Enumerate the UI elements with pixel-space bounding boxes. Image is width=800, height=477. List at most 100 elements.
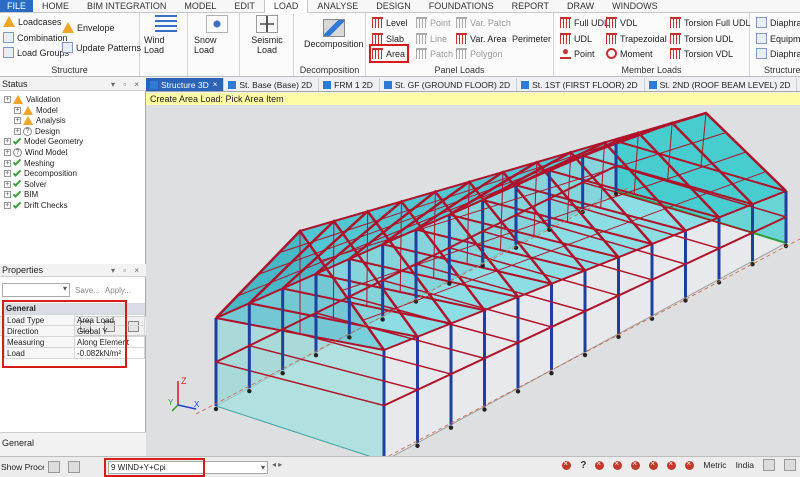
menu-home[interactable]: HOME: [33, 0, 78, 12]
menu-foundations[interactable]: FOUNDATIONS: [420, 0, 503, 12]
menu-analyse[interactable]: ANALYSE: [308, 0, 367, 12]
expand-icon[interactable]: +: [4, 96, 11, 103]
expand-icon[interactable]: +: [4, 170, 11, 178]
apply-button[interactable]: Apply...: [105, 286, 131, 295]
expand-icon[interactable]: +: [14, 106, 21, 114]
show-process-button[interactable]: Show Process: [0, 462, 44, 472]
status-item[interactable]: +? Wind Model: [4, 147, 67, 158]
load-groups-button[interactable]: Load Groups: [3, 46, 69, 59]
menu-model[interactable]: MODEL: [175, 0, 225, 12]
status-item[interactable]: + Validation: [4, 94, 61, 105]
torsion-full-udl-button[interactable]: Torsion Full UDL: [670, 16, 751, 29]
vdl-button[interactable]: VDL: [606, 16, 638, 29]
close-icon[interactable]: ×: [213, 78, 218, 92]
plan-view-icon: [228, 80, 237, 89]
status-item[interactable]: + Meshing: [4, 157, 54, 169]
status-item[interactable]: + Decomposition: [4, 168, 77, 179]
status-item[interactable]: + BIM: [4, 189, 38, 200]
torsion-vdl-button[interactable]: Torsion VDL: [670, 47, 733, 60]
loadcases-button[interactable]: Loadcases: [3, 15, 62, 28]
snow-load-button[interactable]: Snow Load: [194, 15, 239, 55]
status-item-label: Drift Checks: [24, 201, 68, 210]
question-icon: ?: [23, 126, 32, 136]
status-item[interactable]: +? Design: [14, 126, 60, 137]
var-patch-button[interactable]: Var. Patch: [456, 16, 511, 29]
structure-3d-model[interactable]: [146, 93, 800, 456]
menu-bim-integration[interactable]: BIM INTEGRATION: [78, 0, 175, 12]
error-icon[interactable]: [613, 459, 623, 470]
moment-button[interactable]: Moment: [606, 47, 653, 60]
menu-load[interactable]: LOAD: [263, 0, 309, 14]
point-load-button[interactable]: Point: [416, 16, 451, 29]
error-icon[interactable]: [631, 459, 641, 470]
diaphragm-t-button[interactable]: Diaphragm T: [756, 47, 800, 60]
level-button[interactable]: Level: [372, 16, 408, 29]
menu-design[interactable]: DESIGN: [367, 0, 420, 12]
wind-load-button[interactable]: Wind Load: [144, 15, 187, 55]
diaphragm-button[interactable]: Diaphragm: [756, 16, 800, 29]
structure-3d-viewport[interactable]: Create Area Load: Pick Area Item Z Y X: [146, 93, 800, 456]
udl-button[interactable]: UDL: [560, 32, 592, 45]
tab-st-2nd[interactable]: St. 2ND (ROOF BEAM LEVEL) 2D: [645, 78, 798, 91]
process-icon[interactable]: [48, 461, 60, 473]
expand-icon[interactable]: +: [4, 191, 11, 199]
menu-file[interactable]: FILE: [0, 0, 34, 12]
save-button[interactable]: Save...: [75, 286, 100, 295]
equipment-button[interactable]: Equipment: [756, 32, 800, 45]
combo-nav-icon[interactable]: ◂ ▸: [272, 460, 282, 469]
status-item[interactable]: + Analysis: [14, 115, 66, 126]
tab-frm-1[interactable]: FRM 1 2D: [319, 78, 380, 91]
combination-button[interactable]: Combination: [3, 31, 68, 44]
error-icon[interactable]: [595, 459, 605, 470]
panel-controls-icon[interactable]: ▾ ▫ ×: [111, 78, 142, 90]
menu-edit[interactable]: EDIT: [225, 0, 264, 12]
expand-icon[interactable]: +: [4, 149, 11, 156]
patch-load-button[interactable]: Patch: [416, 47, 453, 60]
status-item[interactable]: + Solver: [4, 178, 47, 190]
expand-icon[interactable]: +: [14, 127, 21, 135]
decomposition-button[interactable]: Decomposition: [304, 19, 364, 49]
tab-st-base[interactable]: St. Base (Base) 2D: [224, 78, 320, 91]
line-load-button[interactable]: Line: [416, 32, 447, 45]
seismic-load-button[interactable]: Seismic Load: [248, 15, 286, 55]
properties-select[interactable]: [2, 283, 70, 297]
menu-report[interactable]: REPORT: [503, 0, 558, 12]
grid-icon[interactable]: [784, 459, 796, 471]
status-item[interactable]: + Drift Checks: [4, 199, 68, 211]
expand-icon[interactable]: +: [4, 202, 11, 209]
menu-draw[interactable]: DRAW: [558, 0, 603, 12]
error-icon[interactable]: [667, 459, 677, 470]
var-area-button[interactable]: Var. Area: [456, 32, 506, 45]
envelope-button[interactable]: Envelope: [62, 21, 115, 34]
torsion-full-udl-icon: [670, 17, 681, 28]
units-indicator[interactable]: Metric: [703, 460, 726, 470]
expand-icon[interactable]: +: [14, 117, 21, 125]
status-item[interactable]: + Model Geometry: [4, 136, 83, 147]
support-node: [750, 261, 755, 267]
error-icon[interactable]: [685, 459, 695, 470]
tab-st-gf[interactable]: St. GF (GROUND FLOOR) 2D: [380, 78, 518, 91]
menu-windows[interactable]: WINDOWS: [603, 0, 667, 12]
status-item[interactable]: + Model: [14, 105, 58, 116]
snap-icon[interactable]: [763, 459, 775, 471]
expand-icon[interactable]: +: [4, 159, 11, 167]
member-point-button[interactable]: Point: [560, 47, 595, 60]
help-icon[interactable]: ?: [580, 460, 586, 471]
perimeter-button[interactable]: Perimeter: [512, 32, 551, 45]
status-item-label: Wind Model: [25, 148, 68, 157]
axis-triad: Z Y X: [168, 376, 200, 412]
tab-st-1st[interactable]: St. 1ST (FIRST FLOOR) 2D: [517, 78, 645, 91]
expand-icon[interactable]: +: [4, 180, 11, 188]
error-icon[interactable]: [649, 459, 659, 470]
error-icon[interactable]: [562, 459, 572, 470]
tab-structure-3d[interactable]: Structure 3D ×: [146, 78, 225, 92]
polygon-button[interactable]: Polygon: [456, 47, 503, 60]
panel-controls-icon[interactable]: ▾ ▫ ×: [111, 264, 142, 276]
loadcase-icon[interactable]: [68, 461, 80, 473]
torsion-udl-button[interactable]: Torsion UDL: [670, 32, 734, 45]
region-indicator[interactable]: India: [736, 460, 754, 470]
trapezoidal-button[interactable]: Trapezoidal: [606, 32, 667, 45]
expand-icon[interactable]: +: [4, 138, 11, 146]
full-udl-button[interactable]: Full UDL: [560, 16, 609, 29]
update-patterns-button[interactable]: Update Patterns: [62, 41, 141, 54]
